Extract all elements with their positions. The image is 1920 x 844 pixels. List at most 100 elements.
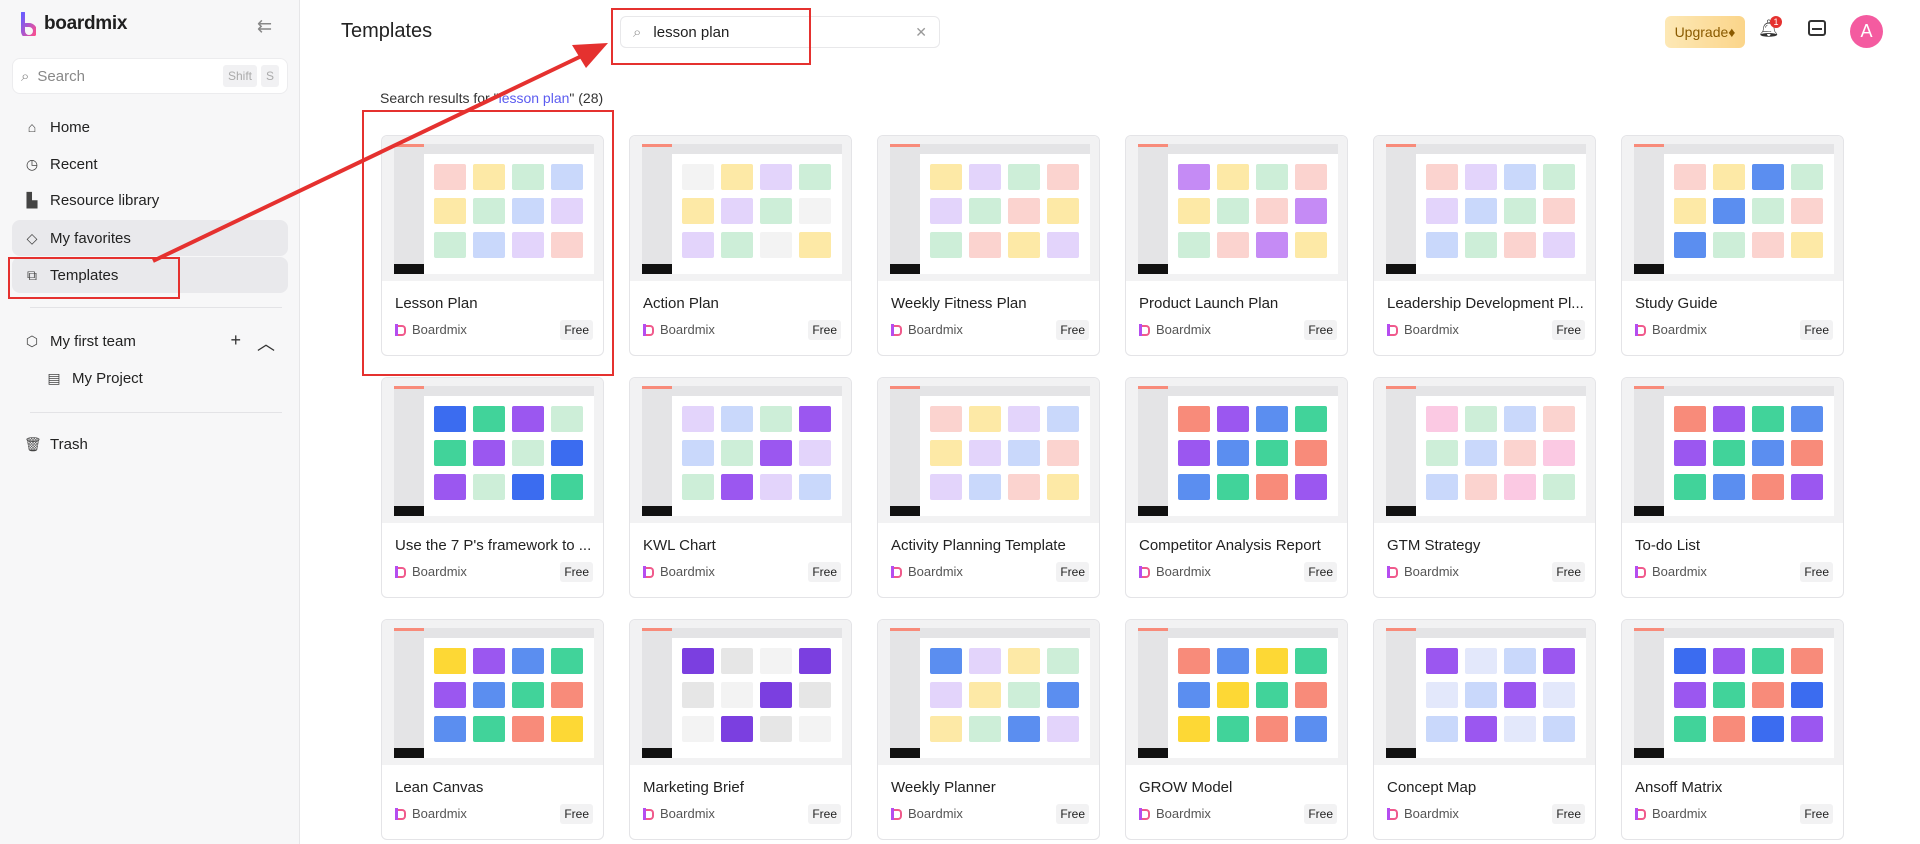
thumbnail-block [1008,648,1040,674]
thumbnail-block [1426,164,1458,190]
template-author: Boardmix [891,806,963,821]
thumbnail-block [721,406,753,432]
thumbnail-block [1008,440,1040,466]
template-card[interactable]: Weekly Fitness Plan Boardmix Free [877,135,1100,356]
template-card[interactable]: Leadership Development Pl... Boardmix Free [1373,135,1596,356]
template-author: Boardmix [1387,322,1459,337]
template-search-input[interactable]: ⌕ lesson plan ✕ [620,16,940,48]
avatar[interactable]: A [1850,15,1883,48]
collapse-sidebar-icon[interactable]: ⇇ [257,16,272,37]
template-title: Leadership Development Pl... [1387,295,1584,312]
template-card[interactable]: Lesson Plan Boardmix Free [381,135,604,356]
boardmix-logo-icon [643,807,654,820]
template-card[interactable]: Concept Map Boardmix Free [1373,619,1596,840]
thumbnail-block [551,648,583,674]
boardmix-logo-icon [395,565,406,578]
add-icon[interactable]: + [230,330,241,356]
template-card[interactable]: Weekly Planner Boardmix Free [877,619,1100,840]
template-title: Action Plan [643,295,719,312]
project-label: My Project [72,369,143,387]
thumbnail-block [969,232,1001,258]
template-author: Boardmix [891,564,963,579]
author-name: Boardmix [412,564,467,579]
thumbnail-block [930,474,962,500]
template-card[interactable]: Marketing Brief Boardmix Free [629,619,852,840]
author-name: Boardmix [1652,322,1707,337]
thumbnail-block [512,440,544,466]
search-value[interactable]: lesson plan [653,24,729,41]
thumbnail-block [1217,164,1249,190]
template-card[interactable]: GROW Model Boardmix Free [1125,619,1348,840]
thumbnail-block [682,474,714,500]
author-name: Boardmix [908,322,963,337]
sidebar-search[interactable]: ⌕ Search Shift S [12,58,288,94]
boardmix-logo-icon [395,323,406,336]
thumbnail-block [1008,406,1040,432]
template-thumbnail [1126,620,1347,765]
template-thumbnail [878,378,1099,523]
boardmix-logo-icon [643,323,654,336]
template-card[interactable]: Product Launch Plan Boardmix Free [1125,135,1348,356]
template-thumbnail [382,620,603,765]
thumbnail-block [1465,440,1497,466]
sidebar-item-home[interactable]: ⌂ Home [12,109,288,145]
thumbnail-block [1752,406,1784,432]
template-card[interactable]: Action Plan Boardmix Free [629,135,852,356]
inbox-icon[interactable] [1808,20,1826,36]
template-card[interactable]: KWL Chart Boardmix Free [629,377,852,598]
boardmix-logo-icon [643,565,654,578]
template-author: Boardmix [395,322,467,337]
sidebar-item-trash[interactable]: 🗑︎ Trash [12,426,288,462]
template-card[interactable]: Study Guide Boardmix Free [1621,135,1844,356]
template-card[interactable]: Use the 7 P's framework to ... Boardmix Fr… [381,377,604,598]
clock-icon: ◷ [25,155,39,172]
thumbnail-block [473,198,505,224]
sidebar-item-templates[interactable]: ⧉ Templates [12,257,288,293]
thumbnail-block [512,648,544,674]
thumbnail-block [1426,440,1458,466]
thumbnail-block [1008,474,1040,500]
thumbnail-block [1178,164,1210,190]
thumbnail-block [682,648,714,674]
team-label: My first team [50,332,136,350]
thumbnail-block [1791,716,1823,742]
sidebar-item-my-favorites[interactable]: ◇ My favorites [12,220,288,256]
template-title: Lean Canvas [395,779,484,796]
thumbnail-block [682,682,714,708]
thumbnail-block [1791,232,1823,258]
free-badge: Free [1056,320,1089,340]
logo[interactable]: boardmix [20,12,127,36]
template-title: Activity Planning Template [891,537,1066,554]
template-card[interactable]: Lean Canvas Boardmix Free [381,619,604,840]
upgrade-button[interactable]: Upgrade ♦ [1665,16,1745,48]
thumbnail-block [930,232,962,258]
author-name: Boardmix [660,322,715,337]
thumbnail-block [512,164,544,190]
template-card[interactable]: To-do List Boardmix Free [1621,377,1844,598]
thumbnail-block [1217,716,1249,742]
thumbnail-block [1713,440,1745,466]
template-thumbnail [630,378,851,523]
sidebar-item-resource-library[interactable]: ▙ Resource library [12,182,288,218]
template-card[interactable]: Ansoff Matrix Boardmix Free [1621,619,1844,840]
sidebar-item-recent[interactable]: ◷ Recent [12,146,288,182]
thumbnail-block [930,198,962,224]
thumbnail-block [760,164,792,190]
template-card[interactable]: Activity Planning Template Boardmix Free [877,377,1100,598]
thumbnail-block [1752,164,1784,190]
thumbnail-block [1047,474,1079,500]
template-card[interactable]: Competitor Analysis Report Boardmix Free [1125,377,1348,598]
template-author: Boardmix [1635,564,1707,579]
thumbnail-block [969,164,1001,190]
project-my-project[interactable]: ▤ My Project [12,360,288,396]
thumbnail-block [551,474,583,500]
thumbnail-block [1295,682,1327,708]
template-card[interactable]: GTM Strategy Boardmix Free [1373,377,1596,598]
clear-search-icon[interactable]: ✕ [915,24,927,41]
chevron-up-icon[interactable]: ︿ [257,330,275,356]
thumbnail-block [1543,406,1575,432]
thumbnail-block [1217,198,1249,224]
thumbnail-block [551,164,583,190]
thumbnail-block [721,164,753,190]
template-thumbnail [382,136,603,281]
